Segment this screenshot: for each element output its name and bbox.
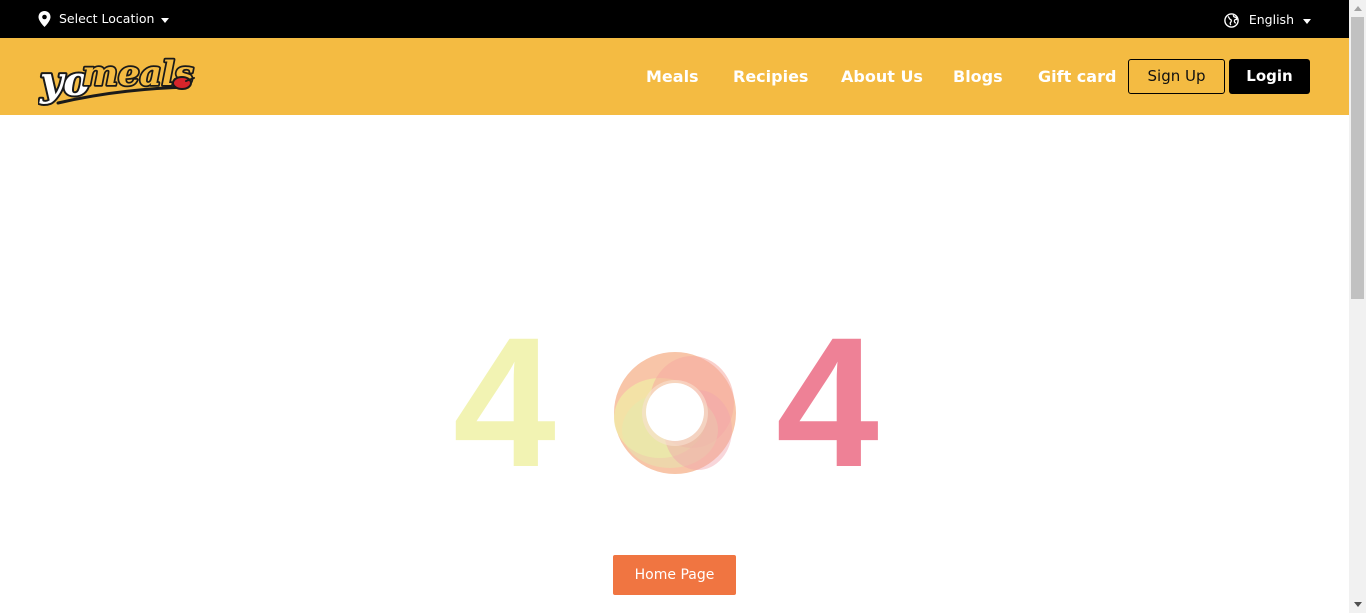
nav-blogs[interactable]: Blogs (953, 66, 1003, 88)
error-ring-graphic (614, 352, 736, 474)
page: Select Location English yo meals Meals R… (0, 0, 1366, 613)
nav-meals[interactable]: Meals (646, 66, 699, 88)
error-digit-left: 4 (453, 300, 556, 506)
scroll-up-arrow-icon[interactable] (1349, 0, 1366, 17)
chevron-down-icon (1303, 18, 1311, 24)
language-dropdown[interactable]: English (1224, 11, 1311, 29)
vertical-scrollbar[interactable] (1349, 0, 1366, 613)
select-location-dropdown[interactable]: Select Location (38, 10, 170, 28)
error-digit-right: 4 (776, 300, 879, 506)
nav-gift-card[interactable]: Gift card (1038, 66, 1116, 88)
top-bar: Select Location English (0, 0, 1349, 38)
globe-icon (1224, 12, 1239, 28)
map-pin-icon (38, 11, 51, 27)
language-label: English (1248, 12, 1294, 27)
login-button[interactable]: Login (1229, 59, 1310, 94)
home-page-button[interactable]: Home Page (613, 555, 736, 595)
nav-about-us[interactable]: About Us (841, 66, 923, 88)
nav-recipies[interactable]: Recipies (733, 66, 808, 88)
scrollbar-thumb[interactable] (1351, 17, 1364, 299)
chevron-down-icon (161, 17, 170, 23)
yomeals-logo[interactable]: yo meals (37, 45, 196, 109)
select-location-label: Select Location (59, 11, 155, 26)
main-header: yo meals Meals Recipies About Us Blogs G… (0, 38, 1349, 115)
scroll-down-arrow-icon[interactable] (1349, 596, 1366, 613)
sign-up-button[interactable]: Sign Up (1128, 59, 1225, 94)
